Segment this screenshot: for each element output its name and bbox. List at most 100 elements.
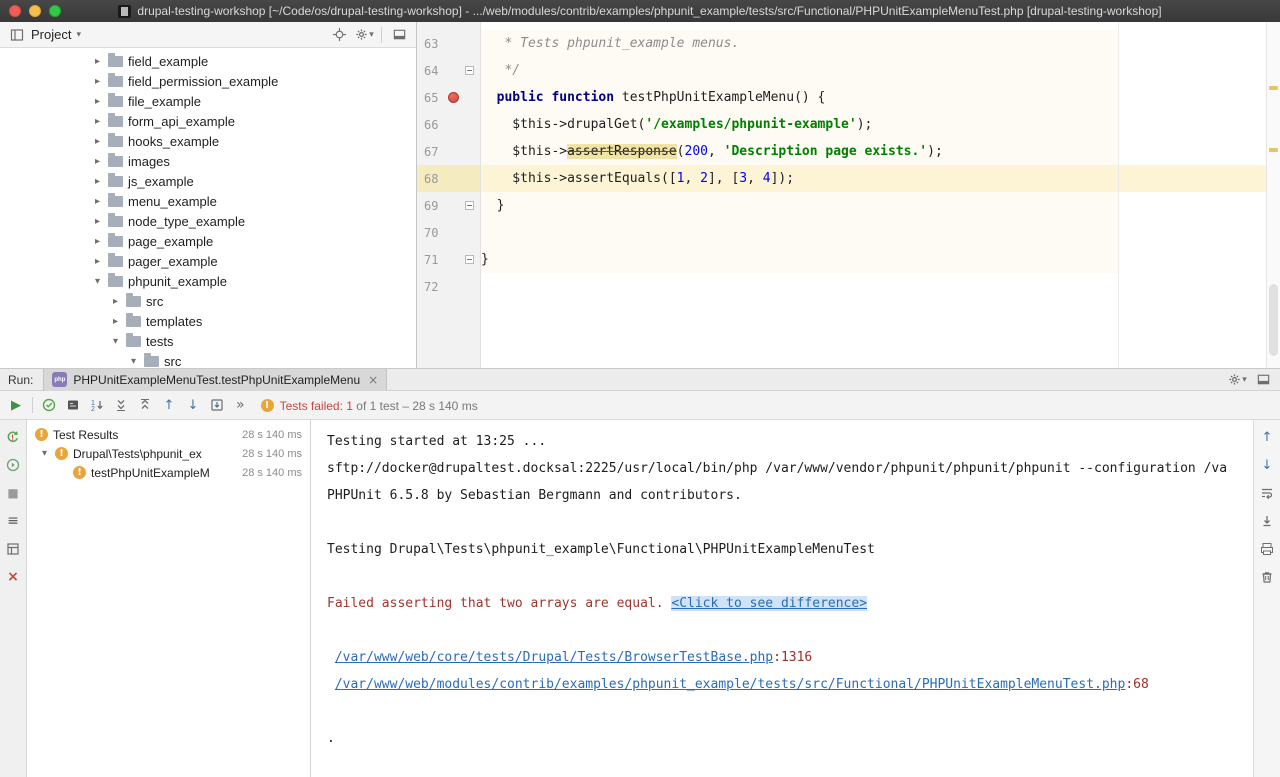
prev-occurrence-button[interactable]: ↑ bbox=[1258, 428, 1276, 446]
next-occurrence-button[interactable]: ↓ bbox=[1258, 456, 1276, 474]
sort-by-sequence-toggle[interactable]: 12 bbox=[86, 394, 108, 416]
code-text bbox=[481, 90, 497, 105]
scroll-from-source-button[interactable] bbox=[328, 24, 350, 46]
code-text: , bbox=[708, 144, 724, 159]
import-test-results-button[interactable] bbox=[206, 394, 228, 416]
toolbar-divider bbox=[32, 397, 33, 413]
tree-item-file-example[interactable]: ▸file_example bbox=[0, 91, 416, 111]
print-button[interactable] bbox=[1258, 540, 1276, 558]
editor-scrollbar-thumb[interactable] bbox=[1269, 284, 1278, 356]
window-titlebar: drupal-testing-workshop [~/Code/os/drupa… bbox=[0, 0, 1280, 22]
code-line-70 bbox=[481, 219, 1266, 246]
project-pane-title[interactable]: Project ▾ bbox=[31, 27, 81, 42]
test-method-row[interactable]: ! testPhpUnitExampleM 28 s 140 ms bbox=[27, 463, 310, 482]
chevron-right-icon[interactable]: ▸ bbox=[92, 256, 103, 267]
next-failed-test-button[interactable]: ↓ bbox=[182, 394, 204, 416]
editor[interactable]: 63 64 65 66 67 68 69 70 71 72 * Tests ph… bbox=[417, 22, 1280, 368]
test-results-root-row[interactable]: ! Test Results 28 s 140 ms bbox=[27, 425, 310, 444]
fold-marker-icon[interactable] bbox=[465, 201, 474, 210]
failed-test-marker-icon[interactable] bbox=[448, 92, 459, 103]
folder-icon bbox=[108, 176, 123, 187]
tree-item-form-api-example[interactable]: ▸form_api_example bbox=[0, 111, 416, 131]
rerun-test-button[interactable]: ▶ bbox=[5, 394, 27, 416]
chevron-down-icon[interactable]: ▾ bbox=[128, 356, 139, 367]
stop-button[interactable]: ■ bbox=[4, 484, 22, 502]
run-settings-button[interactable]: ▾ bbox=[1226, 369, 1248, 391]
close-run-window-button[interactable]: × bbox=[4, 568, 22, 586]
chevron-right-icon[interactable]: ▸ bbox=[92, 176, 103, 187]
warning-stripe-mark[interactable] bbox=[1269, 148, 1278, 152]
toolbar-overflow-icon[interactable]: » bbox=[236, 397, 245, 413]
stacktrace-file-link[interactable]: /var/www/web/core/tests/Drupal/Tests/Bro… bbox=[335, 650, 773, 665]
hide-project-panel-button[interactable] bbox=[388, 24, 410, 46]
fold-marker-icon[interactable] bbox=[465, 66, 474, 75]
tree-item-src[interactable]: ▸src bbox=[0, 291, 416, 311]
scroll-to-end-button[interactable] bbox=[1258, 512, 1276, 530]
tree-item-js-example[interactable]: ▸js_example bbox=[0, 171, 416, 191]
expand-all-button[interactable] bbox=[110, 394, 132, 416]
code-line-72 bbox=[481, 273, 1266, 300]
tree-item-images[interactable]: ▸images bbox=[0, 151, 416, 171]
test-history-button[interactable]: ≡ bbox=[4, 512, 22, 530]
project-settings-button[interactable]: ▾ bbox=[353, 24, 375, 46]
previous-failed-test-button[interactable]: ↑ bbox=[158, 394, 180, 416]
chevron-down-icon: ▾ bbox=[76, 30, 81, 40]
chevron-right-icon[interactable]: ▸ bbox=[92, 96, 103, 107]
zoom-window-button[interactable] bbox=[49, 5, 61, 17]
chevron-right-icon[interactable]: ▸ bbox=[92, 76, 103, 87]
chevron-down-icon[interactable]: ▾ bbox=[110, 336, 121, 347]
soft-wrap-toggle[interactable] bbox=[1258, 484, 1276, 502]
collapse-all-button[interactable] bbox=[134, 394, 156, 416]
close-window-button[interactable] bbox=[9, 5, 21, 17]
code-number: 2 bbox=[700, 171, 708, 186]
chevron-right-icon[interactable]: ▸ bbox=[92, 216, 103, 227]
chevron-right-icon[interactable]: ▸ bbox=[92, 56, 103, 67]
show-passed-toggle[interactable] bbox=[38, 394, 60, 416]
chevron-right-icon[interactable]: ▸ bbox=[92, 196, 103, 207]
chevron-right-icon[interactable]: ▸ bbox=[110, 296, 121, 307]
chevron-down-icon[interactable]: ▾ bbox=[39, 448, 50, 459]
see-difference-link[interactable]: <Click to see difference> bbox=[671, 596, 867, 611]
code-text: ); bbox=[927, 144, 943, 159]
document-icon bbox=[118, 5, 131, 18]
test-console-output[interactable]: Testing started at 13:25 ... sftp://dock… bbox=[310, 420, 1253, 777]
show-output-toggle[interactable] bbox=[62, 394, 84, 416]
chevron-right-icon[interactable]: ▸ bbox=[92, 236, 103, 247]
rerun-failed-tests-button[interactable]: ! bbox=[4, 428, 22, 446]
warning-stripe-mark[interactable] bbox=[1269, 86, 1278, 90]
tree-item-templates[interactable]: ▸templates bbox=[0, 311, 416, 331]
tests-failed-count: Tests failed: 1 bbox=[280, 399, 353, 413]
tree-item-menu-example[interactable]: ▸menu_example bbox=[0, 191, 416, 211]
chevron-right-icon[interactable]: ▸ bbox=[92, 136, 103, 147]
tree-item-field-example[interactable]: ▸field_example bbox=[0, 51, 416, 71]
stacktrace-file-link[interactable]: /var/www/web/modules/contrib/examples/ph… bbox=[335, 677, 1126, 692]
tree-item-hooks-example[interactable]: ▸hooks_example bbox=[0, 131, 416, 151]
chevron-right-icon[interactable]: ▸ bbox=[92, 156, 103, 167]
tree-item-tests-src[interactable]: ▾src bbox=[0, 351, 416, 368]
test-warning-icon: ! bbox=[73, 466, 86, 479]
tree-item-phpunit-example[interactable]: ▾phpunit_example bbox=[0, 271, 416, 291]
line-number: 71 bbox=[417, 253, 445, 267]
editor-error-stripe[interactable] bbox=[1266, 22, 1280, 368]
tree-item-field-permission-example[interactable]: ▸field_permission_example bbox=[0, 71, 416, 91]
chevron-down-icon[interactable]: ▾ bbox=[92, 276, 103, 287]
chevron-right-icon[interactable]: ▸ bbox=[92, 116, 103, 127]
hide-run-panel-button[interactable] bbox=[1252, 369, 1274, 391]
tree-item-pager-example[interactable]: ▸pager_example bbox=[0, 251, 416, 271]
toggle-auto-test-button[interactable] bbox=[4, 456, 22, 474]
tree-item-tests[interactable]: ▾tests bbox=[0, 331, 416, 351]
close-tab-icon[interactable]: × bbox=[368, 373, 378, 387]
code-area[interactable]: * Tests phpunit_example menus. */ public… bbox=[481, 22, 1266, 368]
test-suite-row[interactable]: ▾ ! Drupal\Tests\phpunit_ex 28 s 140 ms bbox=[27, 444, 310, 463]
run-tab-phpunit[interactable]: php PHPUnitExampleMenuTest.testPhpUnitEx… bbox=[43, 369, 387, 391]
code-line-63: * Tests phpunit_example menus. bbox=[481, 30, 1266, 57]
restore-layout-button[interactable] bbox=[4, 540, 22, 558]
tree-item-page-example[interactable]: ▸page_example bbox=[0, 231, 416, 251]
clear-console-button[interactable] bbox=[1258, 568, 1276, 586]
chevron-right-icon[interactable]: ▸ bbox=[110, 316, 121, 327]
fold-marker-icon[interactable] bbox=[465, 255, 474, 264]
code-text: } bbox=[481, 198, 504, 213]
tree-item-node-type-example[interactable]: ▸node_type_example bbox=[0, 211, 416, 231]
line-number: 66 bbox=[417, 118, 445, 132]
minimize-window-button[interactable] bbox=[29, 5, 41, 17]
